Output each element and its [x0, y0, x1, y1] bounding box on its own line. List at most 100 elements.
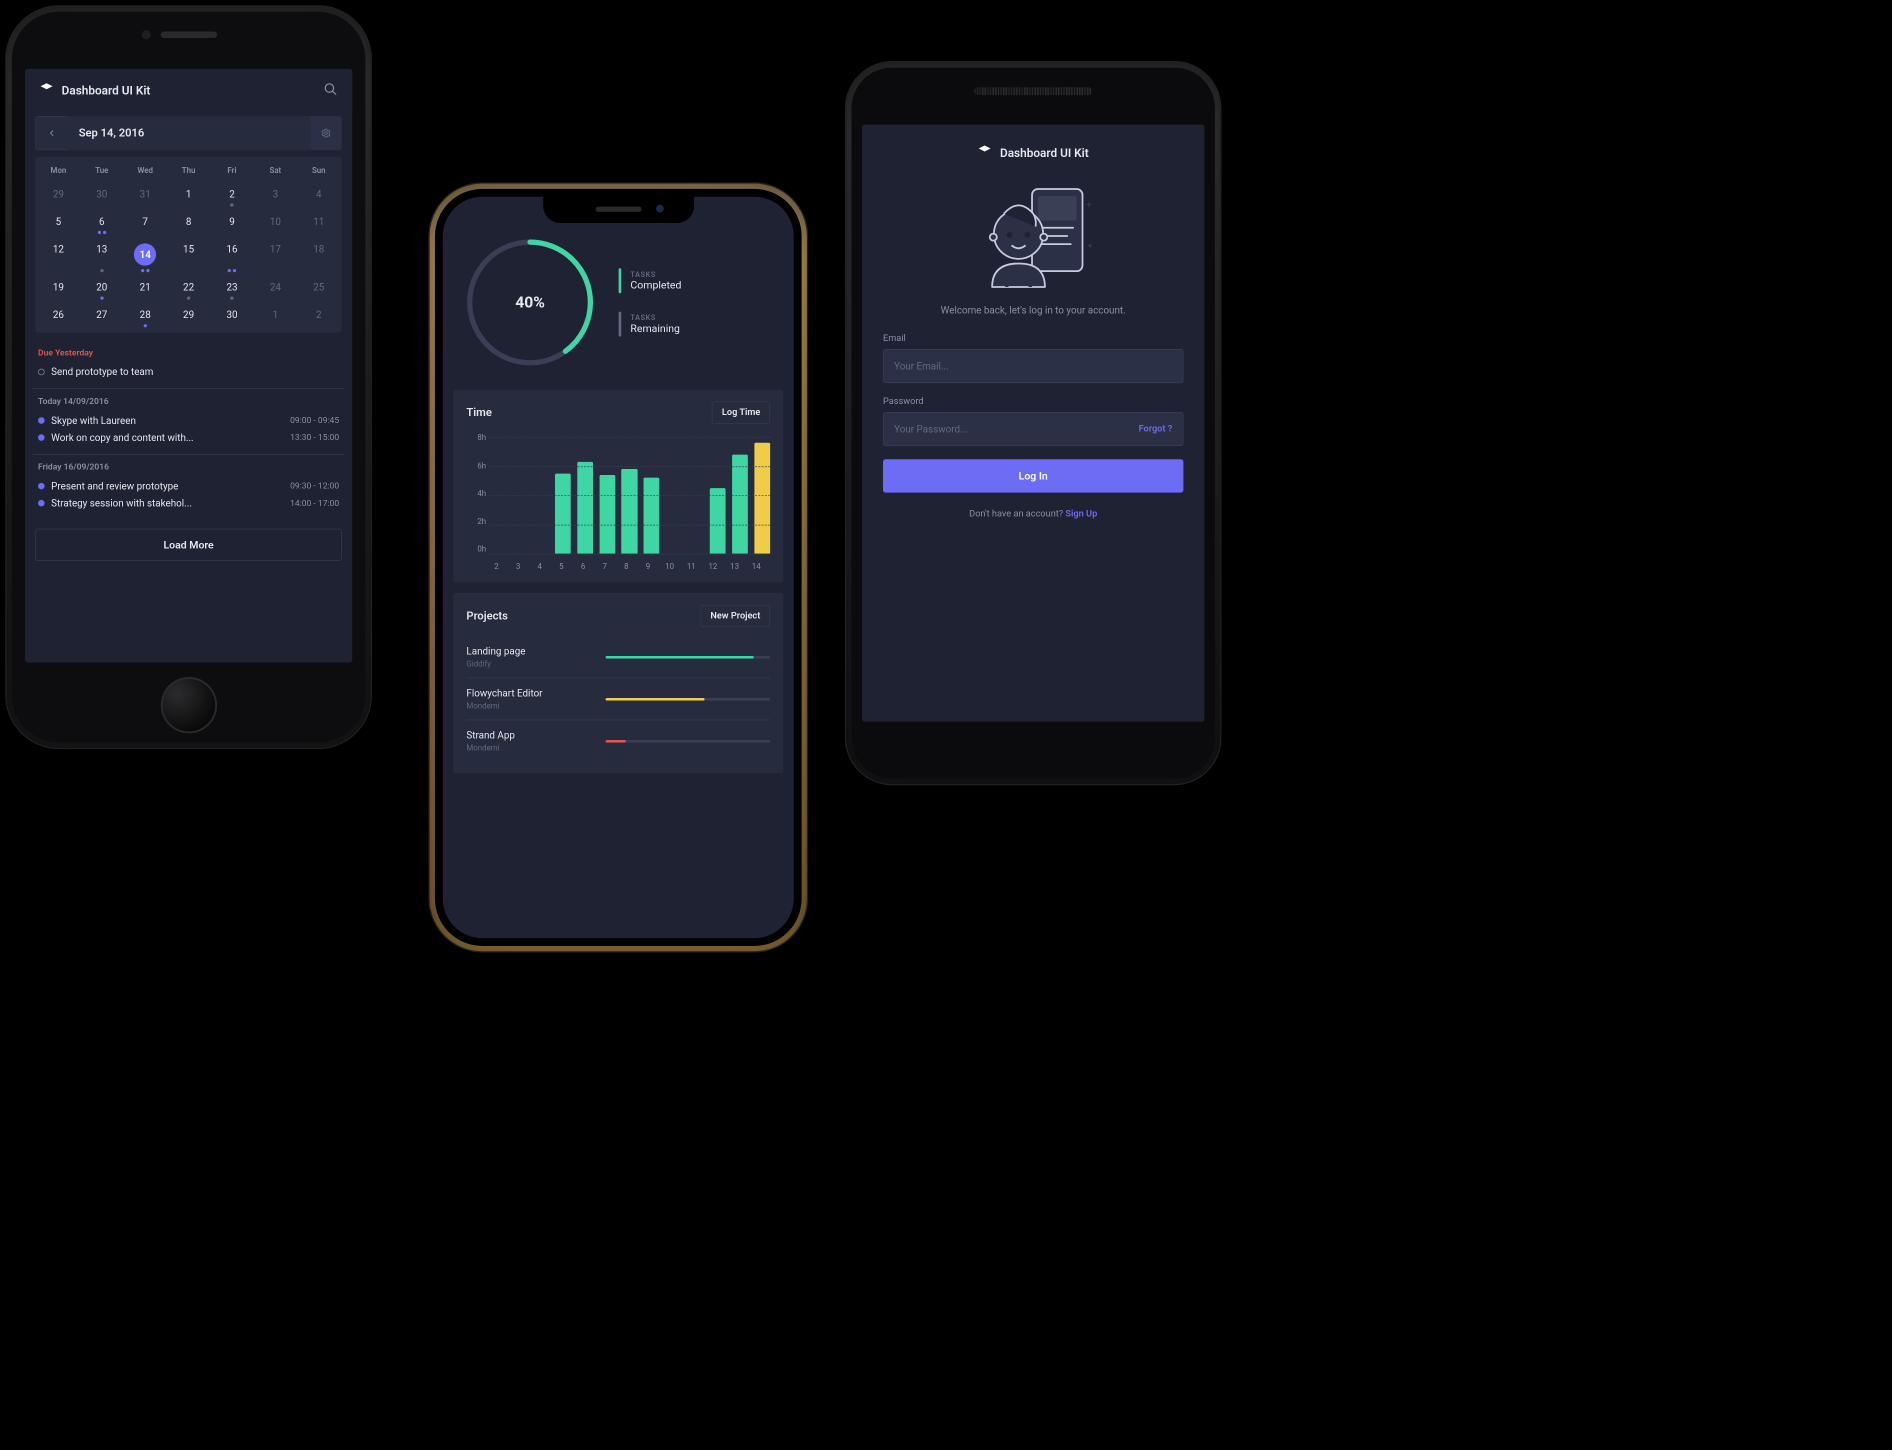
calendar-day[interactable]: 17 — [254, 237, 297, 275]
app-title: Dashboard UI Kit — [62, 84, 151, 98]
calendar-day[interactable]: 12 — [37, 237, 80, 275]
chart-bar — [577, 462, 593, 554]
forgot-link[interactable]: Forgot ? — [1139, 424, 1173, 434]
calendar-day[interactable]: 4 — [297, 182, 340, 210]
agenda-item[interactable]: Present and review prototype09:30 - 12:0… — [38, 478, 339, 495]
selected-date[interactable]: Sep 14, 2016 — [67, 116, 310, 150]
x-tick: 7 — [597, 562, 612, 571]
calendar-settings-button[interactable] — [310, 116, 341, 150]
calendar-day[interactable]: 1 — [167, 182, 210, 210]
calendar-day[interactable]: 23 — [210, 275, 253, 303]
project-row[interactable]: Flowychart EditorMondemi — [466, 678, 770, 720]
agenda-item[interactable]: Work on copy and content with...13:30 - … — [38, 429, 339, 446]
y-tick: 8h — [466, 433, 486, 442]
weekday-label: Sat — [254, 161, 297, 182]
calendar-day[interactable]: 26 — [37, 302, 80, 330]
weekday-label: Tue — [80, 161, 123, 182]
email-field[interactable]: Your Email... — [883, 349, 1183, 383]
y-tick: 0h — [466, 544, 486, 553]
y-tick: 6h — [466, 461, 486, 470]
x-tick: 12 — [705, 562, 720, 571]
chart-bar — [599, 475, 615, 554]
bullet-icon — [38, 434, 45, 441]
agenda-section-title: Today 14/09/2016 — [38, 397, 339, 407]
password-label: Password — [883, 396, 1183, 406]
calendar-day[interactable]: 25 — [297, 275, 340, 303]
calendar-day[interactable]: 24 — [254, 275, 297, 303]
calendar-day[interactable]: 2 — [297, 302, 340, 330]
chart-bar — [710, 488, 726, 554]
legend-item: TASKSRemaining — [619, 312, 776, 337]
calendar-day[interactable]: 18 — [297, 237, 340, 275]
chart-bar — [644, 478, 660, 554]
calendar-day[interactable]: 30 — [80, 182, 123, 210]
x-tick: 13 — [727, 562, 742, 571]
load-more-button[interactable]: Load More — [35, 529, 341, 561]
weekday-label: Wed — [124, 161, 167, 182]
calendar-day[interactable]: 8 — [167, 209, 210, 237]
home-button[interactable] — [160, 677, 216, 733]
project-row[interactable]: Strand AppMondemi — [466, 720, 770, 762]
login-button[interactable]: Log In — [883, 459, 1183, 492]
calendar-day[interactable]: 28 — [124, 302, 167, 330]
svg-text:+: + — [1086, 198, 1092, 211]
agenda-item[interactable]: Send prototype to team — [38, 363, 339, 380]
x-tick: 3 — [510, 562, 525, 571]
calendar-day[interactable]: 21 — [124, 275, 167, 303]
calendar-day[interactable]: 9 — [210, 209, 253, 237]
calendar-day[interactable]: 5 — [37, 209, 80, 237]
signup-link[interactable]: Sign Up — [1065, 508, 1097, 518]
time-card: Time Log Time 8h6h4h2h0h 234567891011121… — [453, 390, 783, 583]
calendar-day[interactable]: 2 — [210, 182, 253, 210]
log-time-button[interactable]: Log Time — [712, 401, 770, 423]
x-tick: 5 — [554, 562, 569, 571]
chart-bar — [732, 454, 748, 553]
agenda-item[interactable]: Strategy session with stakehol...14:00 -… — [38, 495, 339, 512]
chart-bar — [621, 469, 637, 554]
bullet-icon — [38, 369, 45, 376]
time-card-title: Time — [466, 406, 491, 419]
app-header: Dashboard UI Kit — [25, 69, 352, 112]
calendar-day[interactable]: 27 — [80, 302, 123, 330]
calendar-day[interactable]: 22 — [167, 275, 210, 303]
weekday-label: Fri — [210, 161, 253, 182]
email-label: Email — [883, 333, 1183, 343]
project-row[interactable]: Landing pageGiddify — [466, 636, 770, 677]
new-project-button[interactable]: New Project — [701, 605, 771, 627]
calendar-grid: MonTueWedThuFriSatSun 293031123456789101… — [35, 157, 341, 333]
x-tick: 11 — [684, 562, 699, 571]
calendar-day[interactable]: 14 — [124, 237, 167, 275]
front-camera — [141, 30, 150, 39]
login-illustration: + + — [974, 178, 1092, 290]
calendar-day[interactable]: 6 — [80, 209, 123, 237]
calendar-day[interactable]: 7 — [124, 209, 167, 237]
calendar-day[interactable]: 29 — [37, 182, 80, 210]
calendar-day[interactable]: 3 — [254, 182, 297, 210]
calendar-day[interactable]: 19 — [37, 275, 80, 303]
layers-icon — [39, 82, 53, 99]
calendar-day[interactable]: 30 — [210, 302, 253, 330]
agenda-section-title: Friday 16/09/2016 — [38, 462, 339, 472]
projects-card: Projects New Project Landing pageGiddify… — [453, 593, 783, 773]
calendar-day[interactable]: 29 — [167, 302, 210, 330]
search-icon[interactable] — [323, 82, 337, 99]
agenda-section-title: Due Yesterday — [38, 348, 339, 358]
notch — [543, 197, 694, 223]
calendar-day[interactable]: 11 — [297, 209, 340, 237]
calendar-day[interactable]: 10 — [254, 209, 297, 237]
donut-percent-label: 40% — [461, 234, 599, 372]
svg-text:+: + — [1087, 239, 1092, 252]
calendar-day[interactable]: 15 — [167, 237, 210, 275]
password-field[interactable]: Your Password... Forgot ? — [883, 412, 1183, 446]
login-brand: Dashboard UI Kit — [883, 144, 1183, 161]
calendar-day[interactable]: 20 — [80, 275, 123, 303]
y-tick: 4h — [466, 489, 486, 498]
date-back-button[interactable] — [35, 116, 66, 150]
calendar-day[interactable]: 13 — [80, 237, 123, 275]
agenda-item[interactable]: Skype with Laureen09:00 - 09:45 — [38, 412, 339, 429]
password-placeholder: Your Password... — [894, 423, 968, 435]
calendar-day[interactable]: 1 — [254, 302, 297, 330]
phone-dashboard: 40% TASKSCompletedTASKSRemaining Time Lo… — [430, 184, 807, 952]
calendar-day[interactable]: 31 — [124, 182, 167, 210]
calendar-day[interactable]: 16 — [210, 237, 253, 275]
